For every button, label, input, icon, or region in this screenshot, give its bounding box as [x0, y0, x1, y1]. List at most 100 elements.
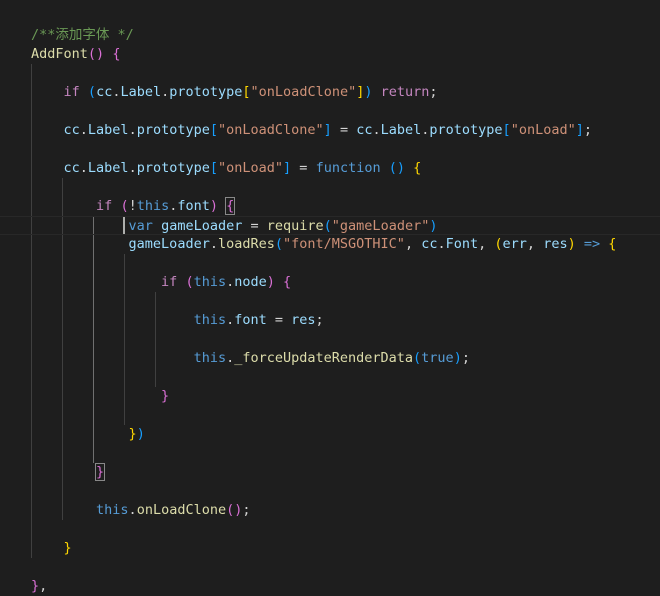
code-line[interactable]: }) [0, 425, 660, 444]
code-token: ( [120, 198, 129, 214]
code-line[interactable]: }, [0, 577, 660, 596]
code-token: ; [461, 350, 470, 366]
code-token: . [79, 122, 88, 138]
code-token: /**添加字体 */ [31, 27, 134, 43]
code-token: this [193, 312, 227, 328]
code-line[interactable]: } [0, 387, 660, 406]
code-line[interactable]: AddFont() { [0, 45, 660, 64]
code-token: res [543, 236, 568, 252]
code-line[interactable]: this.font = res; [0, 311, 660, 330]
code-token: => [583, 236, 601, 252]
code-line[interactable]: gameLoader.loadRes("font/MSGOTHIC", cc.F… [0, 235, 660, 254]
code-line-text: } [31, 387, 169, 406]
code-line[interactable] [0, 102, 660, 121]
code-line[interactable]: cc.Label.prototype["onLoad"] = function … [0, 159, 660, 178]
code-token: "onLoadClone" [218, 122, 324, 138]
code-line[interactable]: if (this.node) { [0, 273, 660, 292]
code-token: Label [87, 160, 129, 176]
code-line[interactable] [0, 254, 660, 273]
code-line[interactable] [0, 330, 660, 349]
code-token: ) [266, 274, 275, 290]
code-line-text: AddFont() { [31, 45, 120, 64]
code-token: ( [185, 274, 194, 290]
text-cursor [123, 217, 125, 234]
code-token: gameLoader [161, 218, 243, 234]
code-editor[interactable]: /**添加字体 */AddFont() { if (cc.Label.proto… [0, 0, 660, 594]
code-token: function [315, 160, 381, 176]
code-token: [ [502, 122, 511, 138]
code-token: ; [242, 502, 251, 518]
code-token: cc [63, 160, 80, 176]
code-line[interactable]: this.onLoadClone(); [0, 501, 660, 520]
code-token: prototype [169, 84, 243, 100]
code-token: . [226, 312, 235, 328]
code-line-text: this.font = res; [31, 311, 324, 330]
code-line[interactable] [0, 178, 660, 197]
code-line-text: this._forceUpdateRenderData(true); [31, 349, 470, 368]
code-line-text: cc.Label.prototype["onLoad"] = function … [31, 159, 422, 178]
code-token: { [283, 274, 292, 290]
code-line[interactable]: cc.Label.prototype["onLoadClone"] = cc.L… [0, 121, 660, 140]
code-line[interactable] [0, 444, 660, 463]
code-line[interactable] [0, 406, 660, 425]
code-line[interactable]: var gameLoader = require("gameLoader") [0, 216, 660, 235]
code-token: } [128, 426, 137, 442]
code-line[interactable]: if (!this.font) { [0, 197, 660, 216]
code-token: ) [567, 236, 576, 252]
code-token: ) [453, 350, 462, 366]
code-token: . [209, 236, 218, 252]
code-token: ] [323, 122, 332, 138]
code-line[interactable] [0, 482, 660, 501]
code-token: [ [209, 160, 218, 176]
code-line-text: } [31, 463, 106, 482]
code-token: ) [136, 426, 145, 442]
code-token: . [372, 122, 381, 138]
code-line-text: /**添加字体 */ [31, 26, 134, 45]
code-token: node [234, 274, 267, 290]
code-token: AddFont [31, 46, 88, 62]
code-token: var [128, 218, 153, 234]
code-token: err [502, 236, 527, 252]
code-token: . [128, 160, 137, 176]
code-line-text: } [31, 539, 72, 558]
code-token: , [404, 236, 422, 252]
code-line[interactable] [0, 520, 660, 539]
code-token: () [87, 46, 105, 62]
code-line[interactable] [0, 64, 660, 83]
code-token: "onLoadClone" [250, 84, 357, 100]
code-token: prototype [429, 122, 503, 138]
code-line[interactable] [0, 140, 660, 159]
code-line[interactable]: } [0, 463, 660, 482]
code-token: ) [364, 84, 373, 100]
code-token: ; [429, 84, 438, 100]
code-line[interactable]: this._forceUpdateRenderData(true); [0, 349, 660, 368]
code-line[interactable] [0, 368, 660, 387]
code-token: . [437, 236, 446, 252]
code-line[interactable] [0, 292, 660, 311]
code-token: , [526, 236, 544, 252]
code-line-text: cc.Label.prototype["onLoadClone"] = cc.L… [31, 121, 592, 140]
code-token: Label [120, 84, 162, 100]
code-token: "gameLoader" [331, 218, 430, 234]
code-token: = [266, 312, 292, 328]
code-line[interactable] [0, 558, 660, 577]
code-token: "font/MSGOTHIC" [283, 236, 405, 252]
code-token: = [331, 122, 357, 138]
matched-bracket: { [225, 197, 236, 215]
code-line[interactable]: if (cc.Label.prototype["onLoadClone"]) r… [0, 83, 660, 102]
code-token: res [291, 312, 316, 328]
code-token: { [608, 236, 617, 252]
code-line[interactable]: /**添加字体 */ [0, 26, 660, 45]
code-line[interactable]: } [0, 539, 660, 558]
code-token: if [96, 198, 113, 214]
code-token: onLoadClone [136, 502, 227, 518]
